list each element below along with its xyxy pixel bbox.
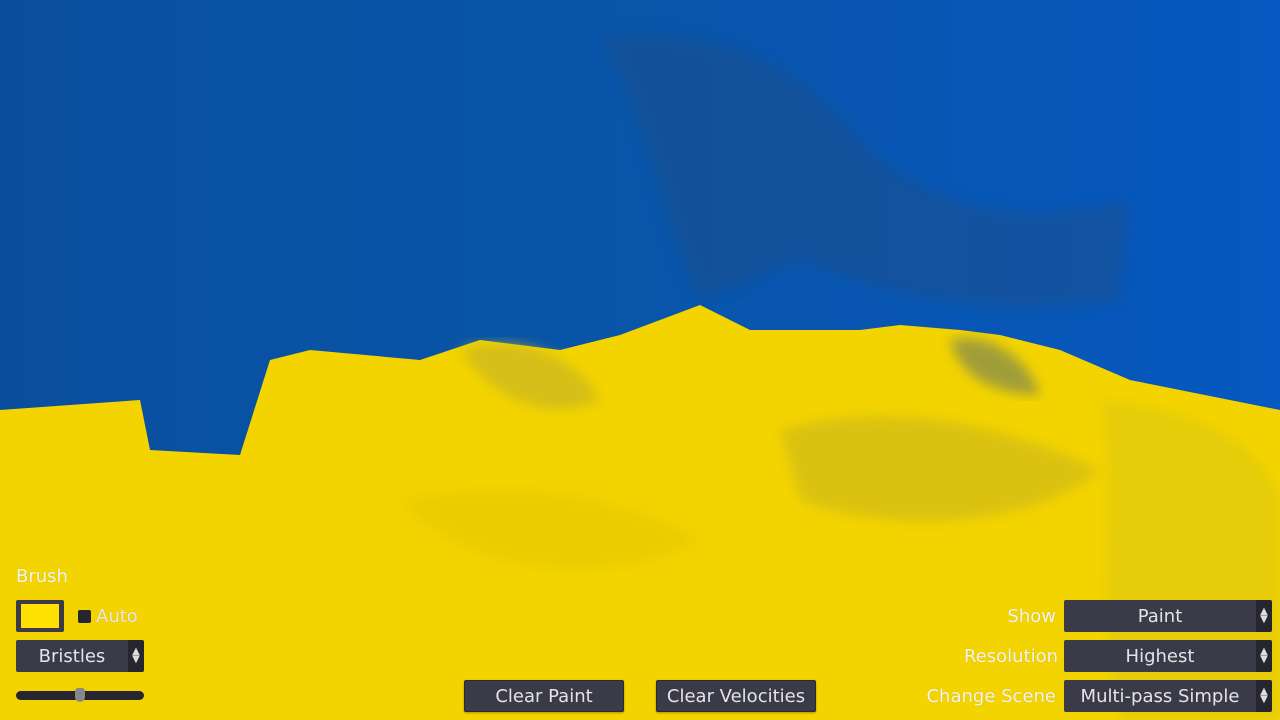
- show-value: Paint: [1064, 600, 1256, 632]
- brush-color-swatch[interactable]: [16, 600, 64, 632]
- updown-arrow-icon: ▲ ▼: [1256, 600, 1272, 632]
- auto-checkbox[interactable]: [78, 610, 91, 623]
- slider-thumb[interactable]: [75, 688, 85, 702]
- change-scene-select[interactable]: Multi-pass Simple ▲ ▼: [1064, 680, 1272, 712]
- updown-arrow-icon: ▲ ▼: [1256, 680, 1272, 712]
- clear-paint-button[interactable]: Clear Paint: [464, 680, 624, 712]
- show-label: Show: [1007, 606, 1056, 627]
- resolution-select[interactable]: Highest ▲ ▼: [1064, 640, 1272, 672]
- brush-type-select[interactable]: Bristles ▲ ▼: [16, 640, 144, 672]
- show-select[interactable]: Paint ▲ ▼: [1064, 600, 1272, 632]
- brush-size-slider[interactable]: [16, 688, 144, 702]
- brush-title: Brush: [16, 566, 68, 587]
- updown-arrow-icon: ▲ ▼: [1256, 640, 1272, 672]
- change-scene-label: Change Scene: [926, 686, 1056, 707]
- auto-label: Auto: [96, 606, 138, 627]
- updown-arrow-icon: ▲ ▼: [128, 640, 144, 672]
- resolution-label: Resolution: [963, 646, 1058, 667]
- brush-color-fill: [21, 604, 59, 628]
- brush-type-value: Bristles: [16, 640, 128, 672]
- change-scene-value: Multi-pass Simple: [1064, 680, 1256, 712]
- clear-velocities-button[interactable]: Clear Velocities: [656, 680, 816, 712]
- resolution-value: Highest: [1064, 640, 1256, 672]
